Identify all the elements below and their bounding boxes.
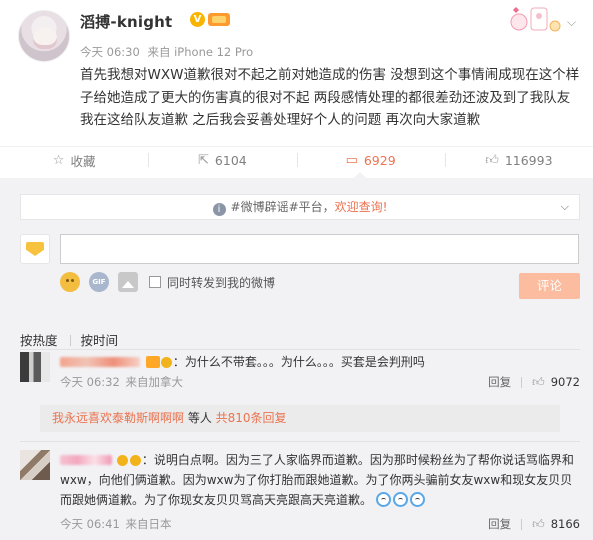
reply-button[interactable]: 回复 xyxy=(488,516,511,532)
repost-count: 6104 xyxy=(214,152,247,168)
comment-time: 今天 06:32 xyxy=(60,375,120,389)
sub-reply-user[interactable]: 我永远喜欢泰勒斯啊啊啊 xyxy=(52,411,184,425)
author-avatar[interactable] xyxy=(18,10,70,62)
notice-link[interactable]: 欢迎查询! xyxy=(335,200,388,214)
post-text: 首先我想对WXW道歉很对不起之前对她造成的伤害 没想到这个事情闹成现在这个样子给… xyxy=(80,67,580,128)
sort-divider-line xyxy=(20,349,580,350)
current-user-avatar xyxy=(20,234,50,264)
commenter-name[interactable] xyxy=(60,355,144,369)
post-source: 来自 iPhone 12 Pro xyxy=(147,45,254,59)
comment-divider xyxy=(20,441,580,442)
checkbox-icon[interactable] xyxy=(149,276,161,288)
thumbs-up-icon[interactable]: 👍︎ xyxy=(532,375,545,390)
emoji-icon[interactable] xyxy=(60,272,80,292)
card-decoration-icon xyxy=(510,7,561,32)
fan-badge-icon xyxy=(160,357,172,368)
thumbs-up-icon: 👍︎ xyxy=(485,152,499,168)
comment-body: ：说明白点啊。因为三了人家临界而道歉。因为那时候粉丝为了帮你说话骂临界和wxw，… xyxy=(60,450,580,510)
post-action-bar: ☆ 收藏 ⇱ 6104 ▭ 6929 👍︎ 116993 xyxy=(0,146,593,173)
image-icon[interactable] xyxy=(118,272,138,292)
emoji-icon xyxy=(409,492,425,507)
comment-meta: 今天 06:41 来自日本 回复 👍︎ 8166 xyxy=(60,516,580,532)
favorite-label: 收藏 xyxy=(70,153,96,169)
sub-reply-more-link[interactable]: 共810条回复 xyxy=(216,411,287,425)
sub-reply-mid: 等人 xyxy=(184,411,216,425)
blurred-username xyxy=(60,455,112,465)
comment-count: 6929 xyxy=(363,152,396,168)
sub-reply-summary[interactable]: 我永远喜欢泰勒斯啊啊啊 等人 共810条回复 xyxy=(40,405,560,432)
comment-like-count: 9072 xyxy=(550,375,580,389)
ops-divider xyxy=(521,376,523,388)
comment-source: 来自加拿大 xyxy=(125,375,183,389)
sort-divider xyxy=(69,335,71,346)
verified-badge-icon: V xyxy=(190,12,205,27)
thumbs-up-icon[interactable]: 👍︎ xyxy=(532,517,545,532)
emoji-icon xyxy=(392,492,408,507)
tab-sort-time[interactable]: 按时间 xyxy=(81,333,119,348)
emoji-icon xyxy=(375,492,391,507)
comment-actions: 回复 👍︎ 8166 xyxy=(488,516,580,532)
submit-comment-button[interactable]: 评论 xyxy=(519,273,580,299)
author-name[interactable]: 滔搏-knight xyxy=(80,11,172,32)
favorite-button[interactable]: ☆ 收藏 xyxy=(0,147,148,173)
comment-meta-row: 今天 06:32 来自加拿大 回复 👍︎ 9072 xyxy=(20,374,580,394)
fan-badge-icon xyxy=(116,455,128,466)
comment-time: 今天 06:41 xyxy=(60,517,120,531)
comment-input[interactable] xyxy=(60,234,579,264)
weibo-post: 滔搏-knight V 今天 06:30 来自 iPhone 12 Pro 首先… xyxy=(0,0,593,146)
tab-sort-hot[interactable]: 按热度 xyxy=(20,333,58,348)
comment-actions: 回复 👍︎ 9072 xyxy=(488,374,580,390)
member-badge-icon xyxy=(129,455,141,466)
chevron-down-icon[interactable]: ⌵ xyxy=(561,195,569,219)
chevron-down-icon[interactable]: ⌵ xyxy=(567,15,576,30)
commenter-name[interactable] xyxy=(60,453,116,467)
info-icon: i xyxy=(212,203,226,216)
like-button[interactable]: 👍︎ 116993 xyxy=(444,147,593,173)
composer-toolbar: GIF 同时转发到我的微博 xyxy=(60,272,275,292)
notice-text: #微博辟谣#平台， xyxy=(230,200,335,214)
comment-source: 来自日本 xyxy=(125,517,172,531)
comment-meta: 今天 06:32 来自加拿大 回复 👍︎ 9072 xyxy=(60,374,580,390)
forward-label: 同时转发到我的微博 xyxy=(167,275,276,290)
comment-panel: i #微博辟谣#平台，欢迎查询! ⌵ GIF 同时转发到我的微博 评论 按热度 按时… xyxy=(0,178,593,540)
repost-button[interactable]: ⇱ 6104 xyxy=(148,147,296,173)
like-count: 116993 xyxy=(504,152,553,168)
star-icon: ☆ xyxy=(52,152,65,168)
comment-text: ：为什么不带套。。。为什么。。。买套是会判刑吗 xyxy=(172,355,425,369)
blurred-username xyxy=(60,357,140,367)
repost-icon: ⇱ xyxy=(198,152,209,168)
post-meta: 今天 06:30 来自 iPhone 12 Pro xyxy=(80,44,257,60)
member-badge-icon xyxy=(145,356,160,368)
commenter-avatar[interactable] xyxy=(20,450,50,480)
comment-meta-row: 今天 06:41 来自日本 回复 👍︎ 8166 xyxy=(20,516,580,536)
comment-icon: ▭ xyxy=(345,152,358,168)
rumor-notice-bar[interactable]: i #微博辟谣#平台，欢迎查询! ⌵ xyxy=(20,194,580,220)
comment-like-count: 8166 xyxy=(550,517,580,531)
comment-body: ：为什么不带套。。。为什么。。。买套是会判刑吗 xyxy=(60,352,580,372)
reply-button[interactable]: 回复 xyxy=(488,374,511,390)
comment-sort-tabs: 按热度 按时间 xyxy=(20,330,136,349)
gif-icon[interactable]: GIF xyxy=(89,272,109,292)
comment-button[interactable]: ▭ 6929 xyxy=(296,147,445,173)
ops-divider xyxy=(521,518,523,530)
forward-checkbox[interactable]: 同时转发到我的微博 xyxy=(149,274,275,291)
post-time[interactable]: 今天 06:30 xyxy=(80,45,140,59)
member-level-icon xyxy=(208,13,230,26)
